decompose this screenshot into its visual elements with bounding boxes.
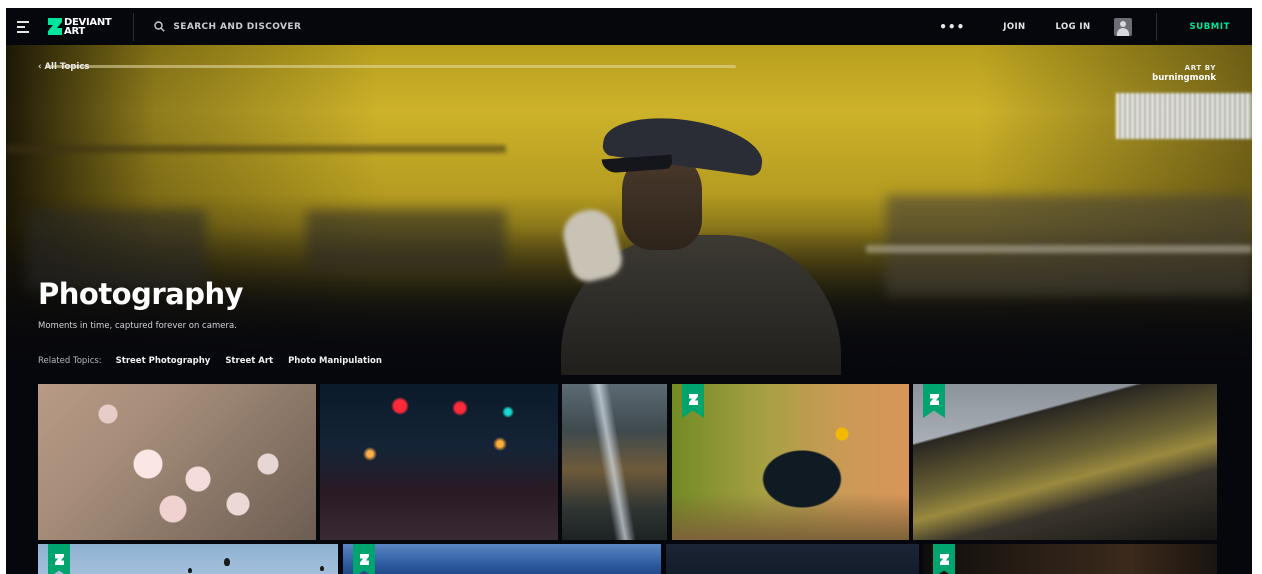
deviantart-badge-icon xyxy=(923,384,945,418)
gallery-thumbnail[interactable] xyxy=(343,544,661,574)
top-navigation-bar: DEVIANT ART ••• JOIN LOG IN SUBMIT xyxy=(6,8,1252,45)
gallery-thumbnail[interactable] xyxy=(38,384,316,540)
deviantart-logo[interactable]: DEVIANT ART xyxy=(48,8,112,45)
gallery-thumbnail[interactable] xyxy=(666,544,919,574)
deviantart-badge-icon xyxy=(682,384,704,418)
gallery-thumbnail[interactable] xyxy=(913,384,1217,540)
related-topic-link[interactable]: Photo Manipulation xyxy=(288,356,382,366)
gallery-thumbnail[interactable] xyxy=(38,544,338,574)
all-topics-link[interactable]: ‹ All Topics xyxy=(38,62,89,72)
search-icon xyxy=(154,21,166,32)
header-divider xyxy=(1156,12,1158,41)
related-topics: Related Topics: Street Photography Stree… xyxy=(38,356,397,366)
page-title: Photography xyxy=(38,277,244,311)
avatar-icon[interactable] xyxy=(1114,17,1133,36)
page-frame: DEVIANT ART ••• JOIN LOG IN SUBMIT xyxy=(6,8,1252,574)
deviantart-badge-icon xyxy=(48,544,70,574)
login-link[interactable]: LOG IN xyxy=(1056,22,1091,32)
logo-text-art: ART xyxy=(64,25,85,37)
join-link[interactable]: JOIN xyxy=(1003,22,1025,32)
related-topic-link[interactable]: Street Art xyxy=(225,356,273,366)
hero-banner: ‹ All Topics ART BY burningmonk Photogra… xyxy=(6,45,1252,375)
hamburger-menu-icon[interactable] xyxy=(10,8,36,45)
more-options-button[interactable]: ••• xyxy=(939,20,965,34)
search-bar[interactable] xyxy=(154,8,374,45)
art-by-label: ART BY xyxy=(1184,64,1216,72)
deviantart-badge-icon xyxy=(353,544,375,574)
submit-button[interactable]: SUBMIT xyxy=(1189,22,1230,32)
page-subtitle: Moments in time, captured forever on cam… xyxy=(38,321,237,331)
deviantart-logo-icon xyxy=(48,18,62,35)
artist-link[interactable]: burningmonk xyxy=(1152,73,1216,83)
search-input[interactable] xyxy=(173,21,374,32)
deviantart-badge-icon xyxy=(933,544,955,574)
gallery-thumbnail[interactable] xyxy=(923,544,1217,574)
related-topics-label: Related Topics: xyxy=(38,356,102,366)
gallery-thumbnail[interactable] xyxy=(672,384,909,540)
gallery-thumbnail[interactable] xyxy=(320,384,558,540)
art-credit: ART BY burningmonk xyxy=(1152,64,1216,83)
gallery-thumbnail[interactable] xyxy=(562,384,667,540)
related-topic-link[interactable]: Street Photography xyxy=(116,356,211,366)
header-divider xyxy=(133,12,135,41)
